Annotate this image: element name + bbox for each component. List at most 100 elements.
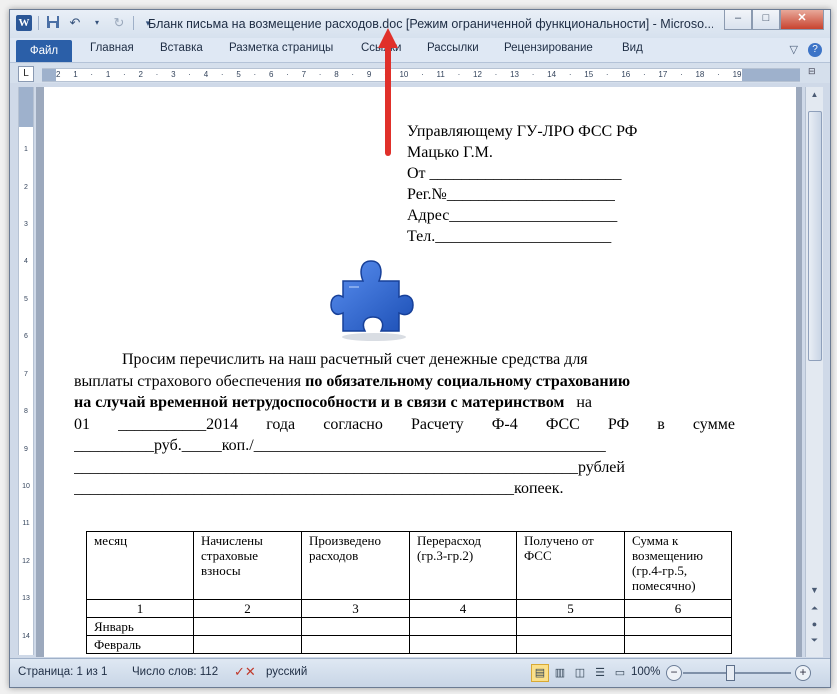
title-bar: W ↶ ▾ ↻ ▾ Бланк письма на возмещение рас… bbox=[10, 10, 830, 38]
table-cell: 5 bbox=[516, 599, 625, 618]
maximize-button[interactable]: □ bbox=[752, 10, 780, 30]
zoom-out-button[interactable]: − bbox=[666, 665, 682, 681]
word: в bbox=[657, 415, 665, 433]
web-layout-icon[interactable]: ◫ bbox=[571, 664, 589, 682]
vertical-ruler-numbers: 1 2 3 4 5 6 7 8 9 10 11 12 13 14 bbox=[19, 131, 33, 655]
word: Ф-4 bbox=[491, 415, 518, 433]
view-ruler-icon[interactable]: ⊟ bbox=[808, 66, 820, 80]
table-header-cell: Перерасход (гр.3-гр.2) bbox=[409, 531, 517, 600]
scroll-arrow-down-icon[interactable]: ▼ bbox=[806, 585, 823, 595]
paragraph-line: Просим перечислить на наш расчетный счет… bbox=[122, 351, 588, 368]
address-line: Рег.№_____________________ bbox=[407, 186, 615, 203]
ruler-tick-label: 19 bbox=[732, 70, 742, 79]
tab-review[interactable]: Рецензирование bbox=[504, 42, 593, 54]
tab-insert[interactable]: Вставка bbox=[160, 42, 203, 54]
word: сумме bbox=[692, 415, 735, 433]
table-cell bbox=[301, 617, 410, 636]
ruler-tick-label: 5 bbox=[236, 70, 241, 79]
ribbon-tabs: Файл Главная Вставка Разметка страницы С… bbox=[10, 38, 830, 63]
table-cell: 3 bbox=[301, 599, 410, 618]
zoom-slider-track[interactable] bbox=[683, 672, 791, 674]
vertical-ruler[interactable]: 1 2 3 4 5 6 7 8 9 10 11 12 13 14 bbox=[18, 87, 34, 655]
ruler-tick-label: 17 bbox=[658, 70, 668, 79]
toolbar-separator bbox=[133, 16, 134, 30]
undo-icon[interactable]: ↶ bbox=[67, 15, 83, 31]
tab-mailings[interactable]: Рассылки bbox=[427, 42, 479, 54]
save-icon[interactable] bbox=[45, 15, 61, 31]
help-icon[interactable]: ? bbox=[808, 43, 822, 57]
paragraph-line: __________руб._____коп./________________… bbox=[74, 437, 606, 454]
table-cell bbox=[193, 617, 302, 636]
ribbon-controls: ▽ ? bbox=[790, 43, 822, 57]
word-app-icon[interactable]: W bbox=[16, 15, 32, 31]
word: 01 bbox=[74, 415, 90, 433]
zoom-in-button[interactable]: + bbox=[795, 665, 811, 681]
table-cell: 4 bbox=[409, 599, 517, 618]
paragraph-line: 01 ___________2014 года согласно Расчету… bbox=[74, 414, 735, 436]
tab-file[interactable]: Файл bbox=[16, 40, 72, 62]
outline-view-icon[interactable]: ☰ bbox=[591, 664, 609, 682]
word: согласно bbox=[323, 415, 383, 433]
expense-table: месяц Начислены страховые взносы Произве… bbox=[86, 531, 732, 654]
ruler-tick-label: 1 bbox=[105, 70, 111, 79]
table-cell: Февраль bbox=[86, 635, 194, 654]
page-count[interactable]: Страница: 1 из 1 bbox=[18, 666, 107, 678]
ruler-tick-label: 3 bbox=[24, 221, 28, 229]
tab-home[interactable]: Главная bbox=[90, 42, 134, 54]
language-indicator[interactable]: русский bbox=[266, 666, 307, 678]
ruler-tick-label: · bbox=[531, 70, 535, 79]
ruler-tick-label: 1 bbox=[24, 146, 28, 154]
spellcheck-icon[interactable]: ✓✕ bbox=[234, 664, 256, 680]
word: ФСС bbox=[545, 415, 580, 433]
ribbon-collapse-icon[interactable]: ▽ bbox=[790, 43, 798, 57]
table-number-row: 1 2 3 4 5 6 bbox=[86, 599, 732, 618]
ruler-tick-label: · bbox=[188, 70, 191, 79]
ruler-tick-label: 7 bbox=[24, 370, 28, 378]
ruler-tick-label: · bbox=[680, 70, 683, 79]
full-screen-reading-icon[interactable]: ▥ bbox=[551, 664, 569, 682]
vertical-scrollbar[interactable]: ▲ ▼ ⏶ ● ⏷ bbox=[805, 87, 823, 657]
vertical-ruler-margin bbox=[19, 87, 33, 127]
paragraph-line: ________________________________________… bbox=[74, 458, 625, 476]
tab-view[interactable]: Вид bbox=[622, 42, 643, 54]
ruler-tick-label: 14 bbox=[547, 70, 557, 79]
scroll-up-arrow-icon[interactable]: ▲ bbox=[806, 87, 823, 103]
dropdown-icon[interactable]: ▾ bbox=[89, 15, 105, 31]
word-count[interactable]: Число слов: 112 bbox=[132, 666, 218, 678]
ruler-tick-label: 13 bbox=[22, 595, 30, 603]
table-row: Январь bbox=[86, 617, 732, 636]
document-area[interactable]: Управляющему ГУ-ЛРО ФСС РФ Мацько Г.М. О… bbox=[36, 87, 802, 657]
ruler-tick-label: · bbox=[421, 70, 424, 79]
document-page[interactable]: Управляющему ГУ-ЛРО ФСС РФ Мацько Г.М. О… bbox=[44, 87, 796, 657]
ruler-tick-label: 4 bbox=[24, 258, 28, 266]
table-header-cell: Сумма к возмещению (гр.4-гр.5, помесячно… bbox=[624, 531, 732, 600]
ruler-tick-label: 11 bbox=[22, 520, 30, 528]
window-controls: – □ ✕ bbox=[724, 10, 824, 30]
ruler-tick-label: · bbox=[253, 70, 257, 79]
zoom-level[interactable]: 100% bbox=[631, 666, 660, 678]
tab-page-layout[interactable]: Разметка страницы bbox=[229, 42, 333, 54]
minimize-button[interactable]: – bbox=[724, 10, 752, 30]
table-header-cell: Произведено расходов bbox=[301, 531, 410, 600]
next-page-icon[interactable]: ⏷ bbox=[806, 635, 823, 646]
table-cell bbox=[516, 617, 625, 636]
table-cell bbox=[301, 635, 410, 654]
tab-selector[interactable]: L bbox=[18, 66, 34, 82]
close-button[interactable]: ✕ bbox=[780, 10, 824, 30]
puzzle-piece-image[interactable] bbox=[329, 253, 415, 346]
address-line: От ________________________ bbox=[407, 165, 622, 182]
previous-page-icon[interactable]: ⏶ bbox=[806, 603, 823, 614]
ruler-tick-label: 3 bbox=[171, 70, 176, 79]
draft-view-icon[interactable]: ▭ bbox=[611, 664, 629, 682]
ruler-tick-label: · bbox=[494, 70, 498, 79]
ruler-tick-label: 9 bbox=[24, 445, 28, 453]
table-cell bbox=[624, 635, 732, 654]
browse-object-icon[interactable]: ● bbox=[806, 619, 823, 629]
print-layout-view-icon[interactable]: ▤ bbox=[531, 664, 549, 682]
horizontal-ruler[interactable]: 2 1 · 1 · 2 · 3 · 4 · 5 · 6 · 7 · 8 · 9 · 10 · 11 · 12 · 13 · 14 · 15 · 1… bbox=[42, 68, 800, 82]
ruler-tick-label: · bbox=[318, 70, 322, 79]
redo-icon[interactable]: ↻ bbox=[111, 15, 127, 31]
zoom-slider-knob[interactable] bbox=[726, 665, 735, 681]
ruler-tick-label: 7 bbox=[301, 70, 307, 79]
scroll-thumb[interactable] bbox=[808, 111, 822, 361]
